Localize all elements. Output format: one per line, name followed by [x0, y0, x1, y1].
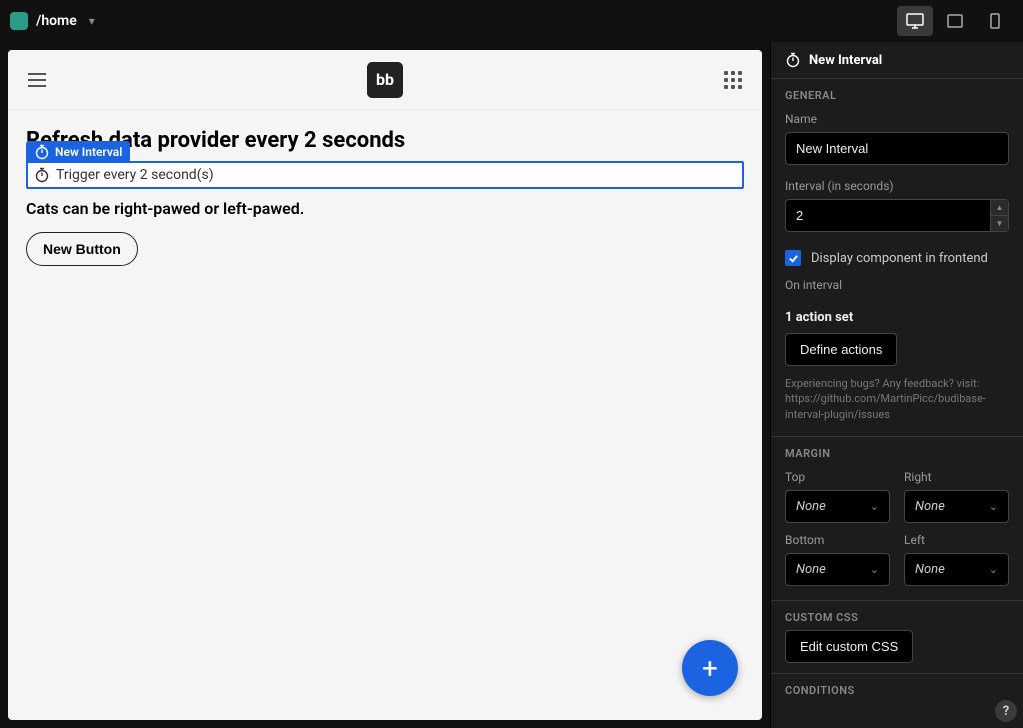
device-mobile-button[interactable] [977, 6, 1013, 36]
stopwatch-icon [34, 144, 50, 160]
margin-bottom-select[interactable]: None ⌄ [785, 553, 890, 586]
hamburger-button[interactable] [28, 73, 46, 87]
section-conditions-label: CONDITIONS [771, 673, 1023, 703]
name-input[interactable] [785, 132, 1009, 165]
selected-component[interactable]: New Interval Trigger every 2 second(s) [26, 161, 744, 189]
spinner-up[interactable]: ▲ [990, 200, 1008, 216]
app-header: bb [8, 50, 762, 110]
margin-left-label: Left [904, 533, 1009, 547]
margin-right-value: None [915, 499, 945, 514]
margin-left-select[interactable]: None ⌄ [904, 553, 1009, 586]
new-button[interactable]: New Button [26, 232, 138, 266]
selection-tag-label: New Interval [55, 145, 122, 159]
margin-right-select[interactable]: None ⌄ [904, 490, 1009, 523]
on-interval-label: On interval [785, 278, 1009, 292]
plus-icon: + [702, 652, 718, 685]
help-text: Experiencing bugs? Any feedback? visit: … [771, 376, 1023, 436]
section-customcss-label: CUSTOM CSS [771, 600, 1023, 630]
edit-css-button[interactable]: Edit custom CSS [785, 630, 913, 663]
margin-bottom-label: Bottom [785, 533, 890, 547]
interval-input[interactable] [785, 199, 1009, 232]
chevron-down-icon: ⌄ [870, 563, 879, 576]
margin-right-label: Right [904, 470, 1009, 484]
logo-text: bb [376, 70, 394, 89]
app-preview-frame: bb Refresh data provider every 2 seconds… [8, 50, 762, 720]
checkmark-icon [788, 253, 799, 264]
selection-tag: New Interval [26, 141, 130, 163]
device-desktop-button[interactable] [897, 6, 933, 36]
monitor-icon [906, 13, 924, 29]
interval-field-label: Interval (in seconds) [785, 179, 1009, 193]
tablet-icon [947, 14, 963, 28]
app-logo: bb [367, 62, 403, 98]
breadcrumb-label: /home [36, 13, 77, 29]
number-spinner: ▲ ▼ [990, 200, 1008, 231]
spinner-down[interactable]: ▼ [990, 216, 1008, 231]
panel-title: New Interval [809, 53, 882, 68]
chevron-down-icon: ⌄ [989, 563, 998, 576]
name-field-label: Name [785, 112, 1009, 126]
margin-left-value: None [915, 562, 945, 577]
display-checkbox[interactable] [785, 250, 801, 266]
section-margin-label: MARGIN [771, 436, 1023, 466]
section-general-label: GENERAL [771, 78, 1023, 108]
help-fab[interactable]: ? [995, 700, 1017, 722]
body-text: Cats can be right-pawed or left-pawed. [26, 199, 744, 218]
define-actions-button[interactable]: Define actions [785, 333, 897, 366]
margin-top-label: Top [785, 470, 890, 484]
apps-grid-icon[interactable] [724, 71, 742, 89]
mobile-icon [990, 13, 1000, 29]
display-checkbox-label: Display component in frontend [811, 251, 988, 266]
margin-bottom-value: None [796, 562, 826, 577]
settings-panel: New Interval GENERAL Name Interval (in s… [770, 42, 1023, 728]
canvas-area: bb Refresh data provider every 2 seconds… [0, 42, 770, 728]
panel-header: New Interval [771, 42, 1023, 78]
margin-top-select[interactable]: None ⌄ [785, 490, 890, 523]
chevron-down-icon: ▾ [89, 14, 95, 28]
chevron-down-icon: ⌄ [870, 500, 879, 513]
action-set-text: 1 action set [771, 308, 1023, 333]
top-bar: /home ▾ [0, 0, 1023, 42]
margin-top-value: None [796, 499, 826, 514]
app-color-swatch [10, 12, 28, 30]
app-body: Refresh data provider every 2 seconds Ne… [8, 110, 762, 284]
stopwatch-icon [785, 52, 801, 68]
page-heading: Refresh data provider every 2 seconds [26, 128, 744, 153]
device-tablet-button[interactable] [937, 6, 973, 36]
chevron-down-icon: ⌄ [989, 500, 998, 513]
device-preview-toggles [897, 6, 1013, 36]
question-icon: ? [1003, 704, 1009, 719]
trigger-text: Trigger every 2 second(s) [56, 167, 214, 183]
add-component-fab[interactable]: + [682, 640, 738, 696]
stopwatch-icon [34, 167, 50, 183]
breadcrumb[interactable]: /home ▾ [10, 12, 95, 30]
